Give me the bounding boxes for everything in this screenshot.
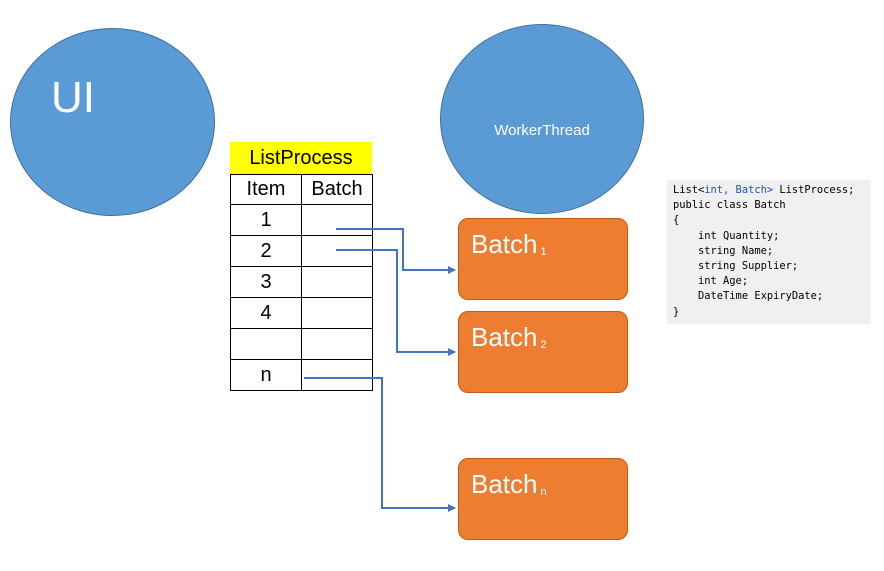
arrow-row2-to-batch-2 bbox=[336, 249, 456, 356]
arrow-rown-to-batch-n bbox=[304, 377, 456, 512]
connector-arrows bbox=[304, 228, 456, 512]
